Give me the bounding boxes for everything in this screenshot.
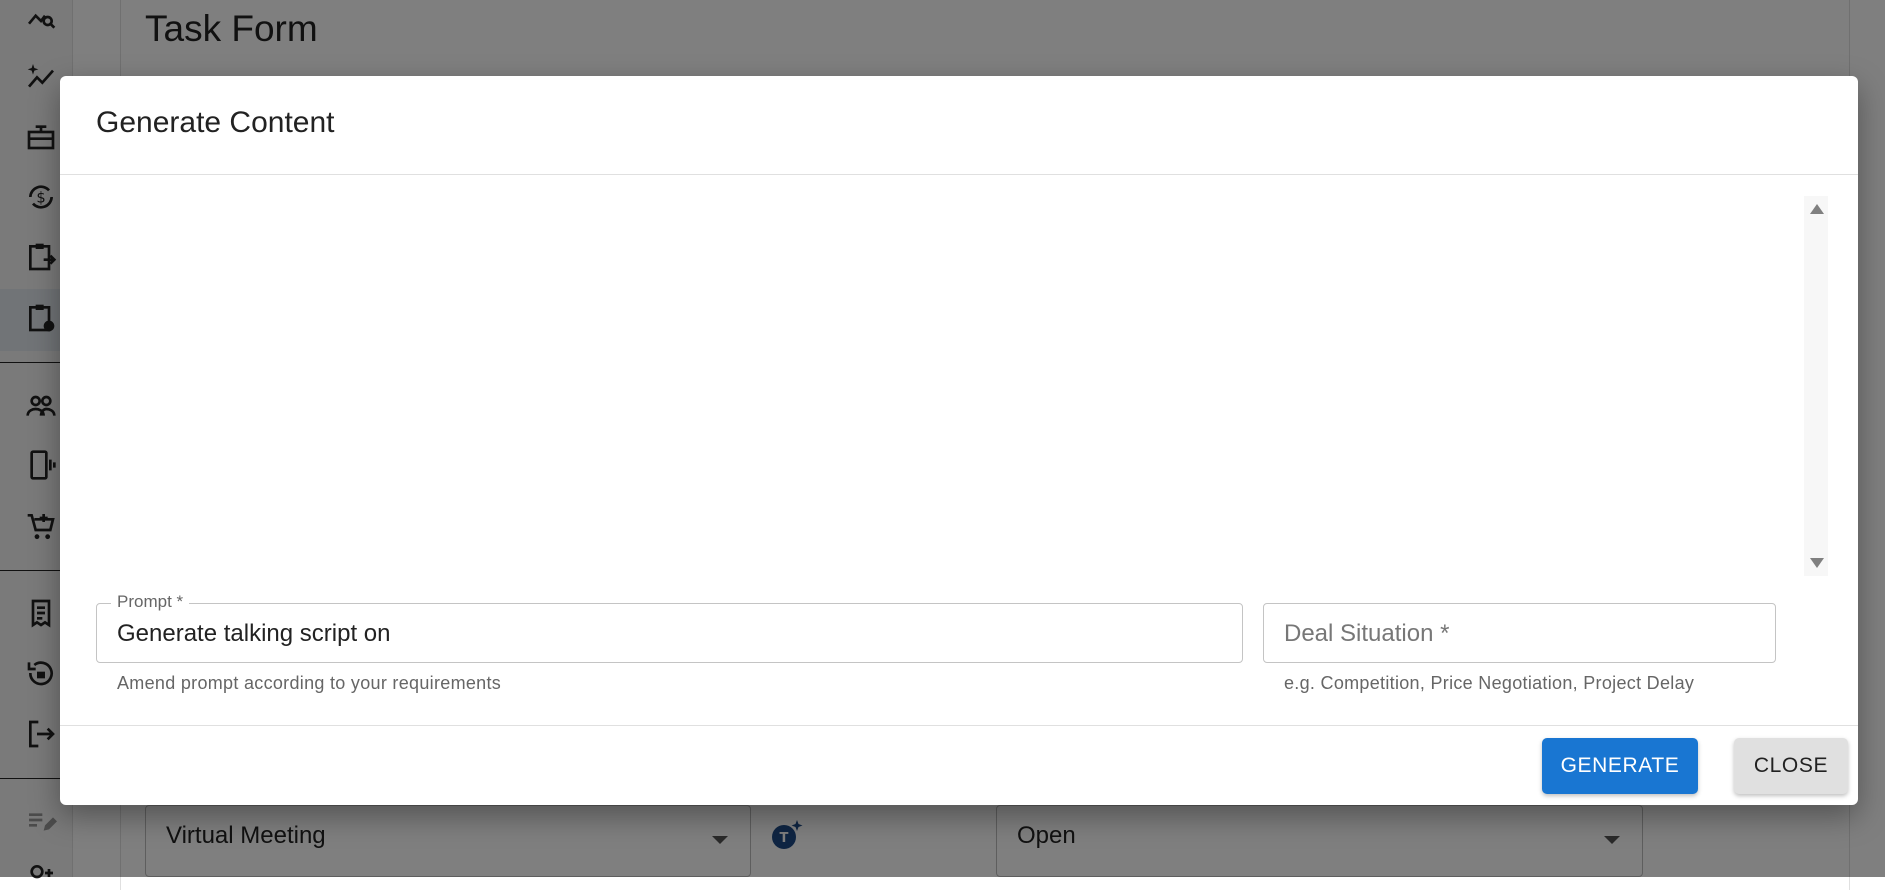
scroll-down-arrow-icon[interactable] bbox=[1810, 558, 1824, 568]
deal-situation-field[interactable]: Deal Situation * bbox=[1263, 603, 1776, 663]
generate-button[interactable]: GENERATE bbox=[1542, 738, 1698, 794]
content-scrollbar[interactable] bbox=[1804, 196, 1828, 576]
dialog-footer-divider bbox=[60, 725, 1858, 726]
dialog-title: Generate Content bbox=[96, 106, 335, 139]
scroll-up-arrow-icon[interactable] bbox=[1810, 204, 1824, 214]
deal-situation-input[interactable]: Deal Situation * bbox=[1284, 620, 1449, 648]
prompt-label: Prompt * bbox=[111, 592, 190, 612]
prompt-helper-text: Amend prompt according to your requireme… bbox=[117, 673, 502, 693]
dialog-header-divider bbox=[60, 174, 1858, 175]
prompt-field[interactable]: Prompt * Generate talking script on bbox=[96, 592, 1243, 663]
generated-content-area bbox=[96, 176, 1836, 556]
deal-situation-helper-text: e.g. Competition, Price Negotiation, Pro… bbox=[1284, 673, 1695, 693]
generate-content-dialog: Generate Content Prompt * Generate talki… bbox=[60, 76, 1858, 805]
close-button[interactable]: CLOSE bbox=[1734, 738, 1848, 794]
prompt-input[interactable]: Generate talking script on bbox=[117, 620, 390, 648]
